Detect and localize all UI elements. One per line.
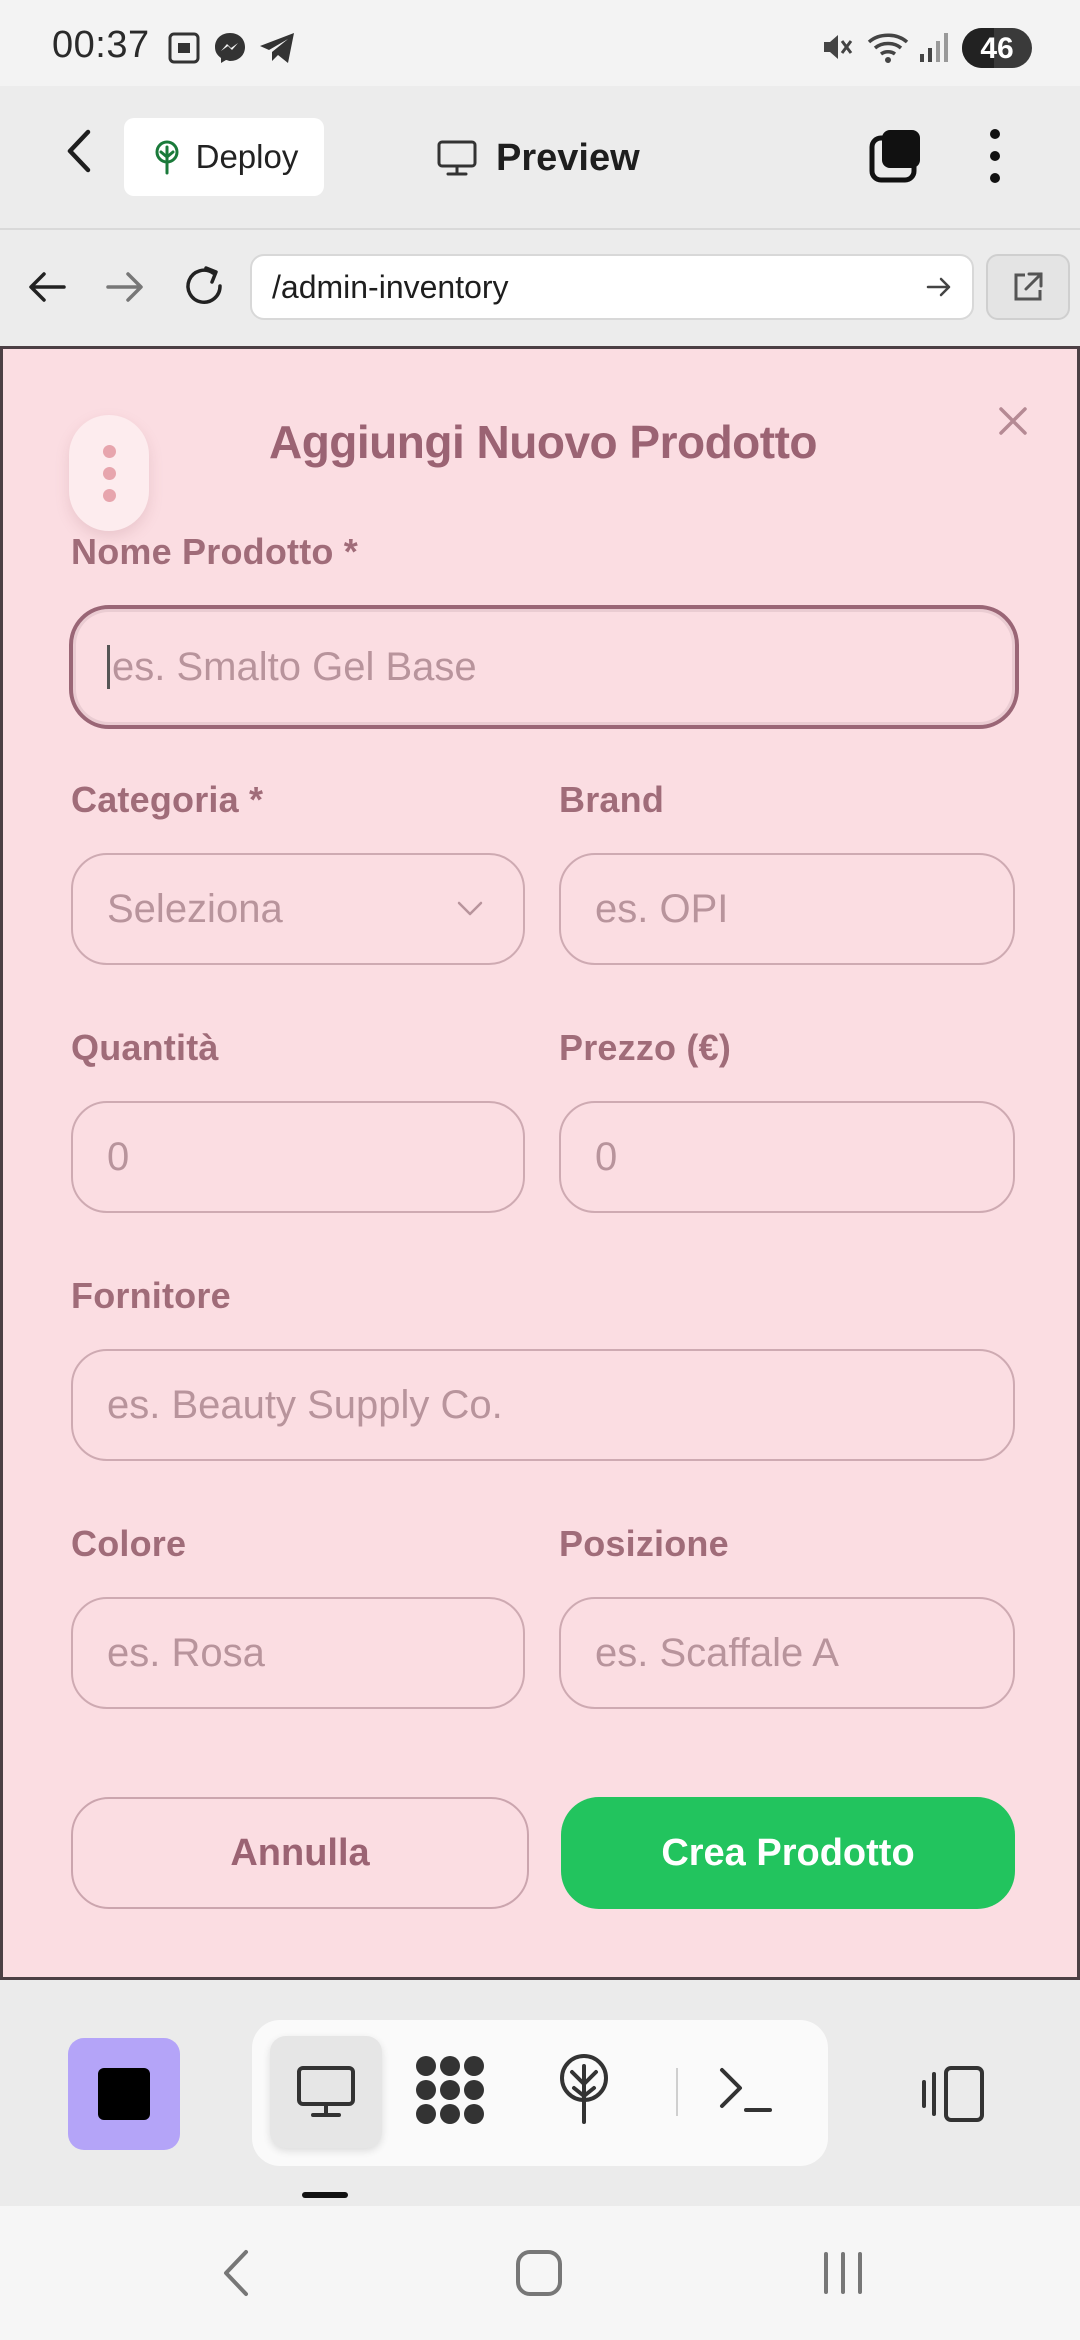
external-link-icon xyxy=(1014,272,1043,301)
product-name-placeholder: es. Smalto Gel Base xyxy=(112,644,477,689)
cancel-button[interactable]: Annulla xyxy=(71,1797,529,1909)
battery-indicator: 46 xyxy=(962,28,1032,68)
quantity-input[interactable]: 0 xyxy=(71,1101,525,1213)
stop-button[interactable] xyxy=(68,2038,180,2150)
tabs-button[interactable] xyxy=(868,128,924,184)
price-label: Prezzo (€) xyxy=(559,1027,732,1068)
monitor-icon xyxy=(437,140,477,176)
status-bar: 00:37 46 xyxy=(0,0,1080,86)
price-value: 0 xyxy=(595,1134,618,1179)
category-value: Seleziona xyxy=(107,886,283,931)
app-header: Deploy Preview xyxy=(0,86,1080,230)
deploy-button[interactable]: Deploy xyxy=(124,118,324,196)
deploy-label: Deploy xyxy=(195,138,299,175)
browser-back-button[interactable] xyxy=(24,264,70,310)
system-recents-icon[interactable] xyxy=(818,2246,868,2300)
wifi-icon xyxy=(867,33,909,63)
price-input[interactable]: 0 xyxy=(559,1101,1015,1213)
preview-title: Preview xyxy=(436,130,640,186)
status-time: 00:37 xyxy=(52,24,150,66)
product-name-input[interactable]: es. Smalto Gel Base xyxy=(69,605,1019,729)
toolbar-divider xyxy=(676,2068,678,2116)
signal-icon xyxy=(920,33,948,62)
close-icon[interactable] xyxy=(993,401,1033,441)
brand-placeholder: es. OPI xyxy=(595,886,729,931)
stop-icon xyxy=(98,2068,150,2120)
supplier-input[interactable]: es. Beauty Supply Co. xyxy=(71,1349,1015,1461)
bottom-toolbar xyxy=(0,1980,1080,2206)
mute-icon xyxy=(824,35,853,59)
terminal-icon[interactable] xyxy=(716,2064,776,2116)
menu-dot xyxy=(103,445,116,458)
position-input[interactable]: es. Scaffale A xyxy=(559,1597,1015,1709)
telegram-icon xyxy=(260,33,294,63)
create-product-button[interactable]: Crea Prodotto xyxy=(561,1797,1015,1909)
web-preview: Aggiungi Nuovo Prodotto Nome Prodotto * … xyxy=(0,346,1080,1980)
preview-label: Preview xyxy=(496,136,640,179)
url-text: /admin-inventory xyxy=(272,268,509,305)
product-name-label: Nome Prodotto * xyxy=(71,531,358,572)
text-caret xyxy=(107,645,110,689)
category-label: Categoria * xyxy=(71,779,264,820)
url-go-icon[interactable] xyxy=(924,272,954,302)
quantity-label: Quantità xyxy=(71,1027,219,1068)
color-input[interactable]: es. Rosa xyxy=(71,1597,525,1709)
chevron-down-icon xyxy=(457,901,483,916)
system-back-icon[interactable] xyxy=(214,2246,258,2300)
modal-title: Aggiungi Nuovo Prodotto xyxy=(268,416,818,468)
supplier-placeholder: es. Beauty Supply Co. xyxy=(107,1382,503,1427)
menu-dot xyxy=(103,467,116,480)
view-mode-switcher xyxy=(252,2020,828,2166)
deploy-tree-icon xyxy=(155,140,179,175)
split-view-icon[interactable] xyxy=(920,2064,988,2124)
battery-level: 46 xyxy=(980,32,1014,65)
supplier-label: Fornitore xyxy=(71,1275,231,1316)
preview-mode-button[interactable] xyxy=(270,2036,382,2148)
reload-icon[interactable] xyxy=(180,262,228,310)
floating-menu-button[interactable] xyxy=(69,415,149,531)
url-field[interactable]: /admin-inventory xyxy=(250,254,974,320)
color-label: Colore xyxy=(71,1523,187,1564)
position-placeholder: es. Scaffale A xyxy=(595,1630,839,1675)
monitor-icon xyxy=(297,2066,355,2117)
menu-dot xyxy=(103,489,116,502)
messenger-icon xyxy=(215,33,245,63)
browser-forward-button[interactable] xyxy=(102,264,148,310)
system-home-icon[interactable] xyxy=(512,2246,566,2300)
color-placeholder: es. Rosa xyxy=(107,1630,265,1675)
open-external-button[interactable] xyxy=(986,254,1070,320)
brand-label: Brand xyxy=(559,779,665,820)
screenshot-icon xyxy=(168,32,200,64)
category-select[interactable]: Seleziona xyxy=(71,853,525,965)
quantity-value: 0 xyxy=(107,1134,130,1179)
system-navigation-bar xyxy=(0,2206,1080,2340)
position-label: Posizione xyxy=(559,1523,729,1564)
brand-input[interactable]: es. OPI xyxy=(559,853,1015,965)
back-button[interactable] xyxy=(56,126,106,176)
active-tab-indicator xyxy=(302,2192,348,2198)
more-options-button[interactable] xyxy=(980,126,1010,186)
deploy-tree-icon[interactable] xyxy=(554,2052,614,2128)
apps-grid-icon[interactable] xyxy=(412,2052,488,2128)
browser-toolbar: /admin-inventory xyxy=(0,230,1080,346)
